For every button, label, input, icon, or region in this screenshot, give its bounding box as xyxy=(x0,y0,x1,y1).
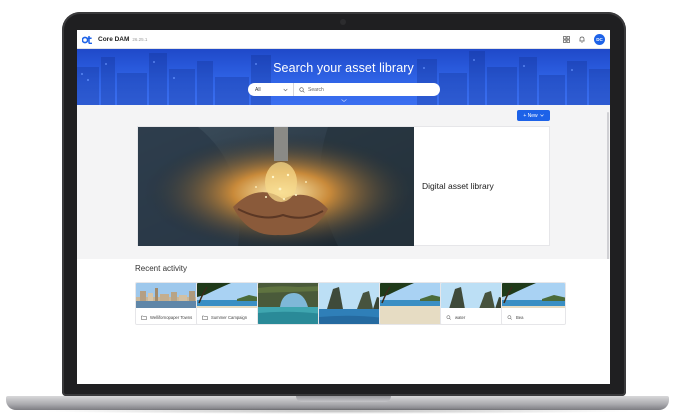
recent-item-caption: water xyxy=(441,308,504,324)
recent-item[interactable]: Bea xyxy=(501,282,566,325)
recent-activity-title: Recent activity xyxy=(135,264,188,273)
recent-item-image xyxy=(502,283,565,308)
user-avatar[interactable]: DC xyxy=(594,33,605,45)
new-button[interactable]: + New xyxy=(517,110,550,121)
app-name: Core DAM xyxy=(98,35,130,43)
recent-item-caption: Wellifornopaper Towns xyxy=(136,308,199,324)
city-backdrop xyxy=(77,51,610,105)
recent-item-label: Summer Campaign xyxy=(211,314,248,320)
recent-item-caption: Bea xyxy=(502,308,565,324)
recent-item-label: water xyxy=(455,314,466,320)
topbar-actions: DC xyxy=(562,33,605,45)
folder-icon xyxy=(202,315,208,320)
recent-item-label: Bea xyxy=(516,314,524,320)
grid-icon[interactable] xyxy=(562,35,570,43)
chevron-down-icon xyxy=(539,114,544,117)
hero-resize-handle[interactable] xyxy=(341,99,347,102)
recent-item-image xyxy=(136,283,199,308)
recent-thumbnails: Wellifornopaper Towns Summer Campaign wate… xyxy=(135,282,610,325)
search-icon xyxy=(446,314,452,320)
base-shadow xyxy=(40,408,635,414)
feature-image xyxy=(138,127,414,246)
search-icon xyxy=(507,314,513,320)
recent-item-caption: Summer Campaign xyxy=(197,308,260,324)
feature-card[interactable]: Digital asset library xyxy=(137,126,550,246)
chevron-down-icon xyxy=(283,88,288,91)
scope-dropdown[interactable]: All xyxy=(248,83,294,96)
hero-title: Search your asset library xyxy=(273,61,414,75)
top-bar: Core DAM 26.25.1 DC xyxy=(77,30,610,49)
recent-item-image xyxy=(441,283,504,308)
search-icon xyxy=(299,86,305,93)
search-bar: All xyxy=(248,83,440,96)
logo-icon[interactable] xyxy=(82,34,93,44)
recent-activity-panel: Recent activity Wellifornopaper Towns Sum… xyxy=(77,259,610,384)
app-version: 26.25.1 xyxy=(132,36,148,42)
recent-item-image xyxy=(197,283,260,308)
bell-icon[interactable] xyxy=(578,35,586,43)
feature-title: Digital asset library xyxy=(422,181,494,191)
recent-item-image xyxy=(319,283,382,324)
app-screen: Core DAM 26.25.1 DC Search your asset li… xyxy=(77,30,610,384)
recent-item-label: Wellifornopaper Towns xyxy=(150,314,193,320)
search-input[interactable] xyxy=(308,86,428,93)
new-button-label: + New xyxy=(523,112,538,119)
recent-item[interactable] xyxy=(318,282,383,325)
hero-banner: Search your asset library All xyxy=(77,49,610,105)
recent-item[interactable] xyxy=(257,282,322,325)
recent-item-image xyxy=(380,283,443,324)
recent-item[interactable] xyxy=(379,282,444,325)
recent-item[interactable]: Summer Campaign xyxy=(196,282,261,325)
folder-icon xyxy=(141,315,147,320)
recent-item-image xyxy=(258,283,321,324)
search-field xyxy=(294,86,440,93)
camera xyxy=(340,19,346,25)
scope-value: All xyxy=(255,86,261,93)
base-notch xyxy=(296,396,391,402)
recent-item[interactable]: water xyxy=(440,282,505,325)
recent-item[interactable]: Wellifornopaper Towns xyxy=(135,282,200,325)
